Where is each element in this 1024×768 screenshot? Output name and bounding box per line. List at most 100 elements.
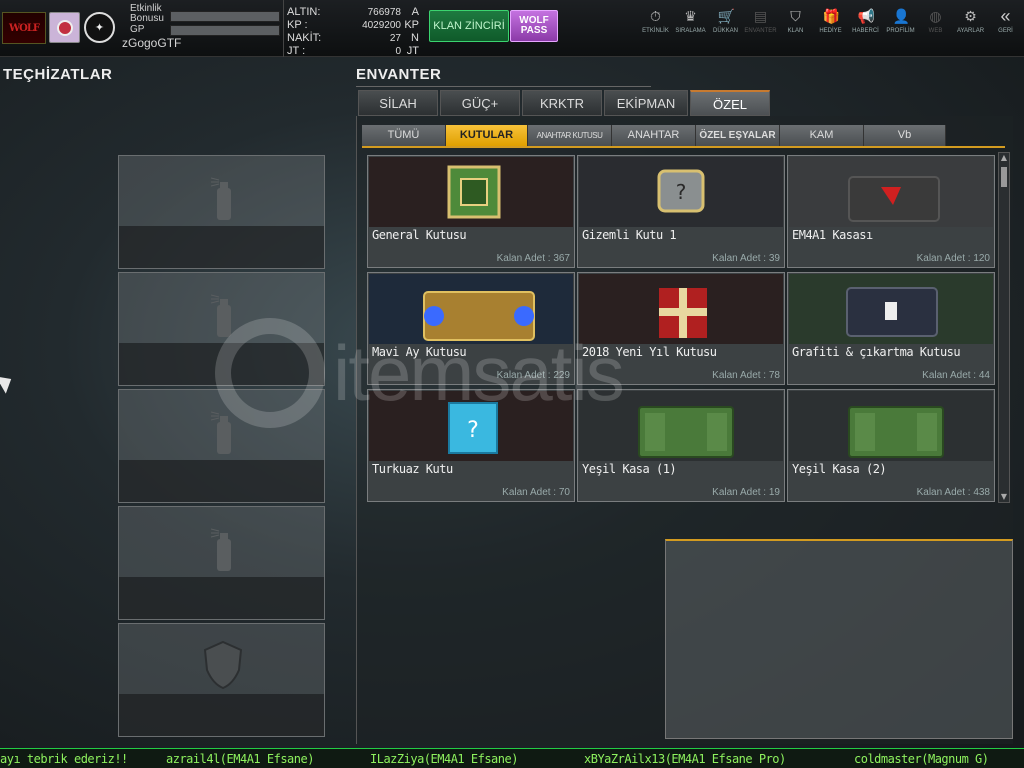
item-image: ? bbox=[579, 157, 783, 227]
ranking-badge-icon: ♛ bbox=[684, 8, 697, 24]
nav-label: KLAN bbox=[787, 28, 804, 34]
nav-klan[interactable]: ⛉ KLAN bbox=[778, 8, 813, 34]
item-card[interactable]: Mavi Ay Kutusu Kalan Adet : 229 bbox=[367, 272, 575, 385]
equipment-title: TEÇHİZATLAR bbox=[3, 66, 113, 83]
ticker-message: ayı tebrik ederiz!! bbox=[0, 751, 128, 766]
subtab-key[interactable]: ANAHTAR bbox=[612, 125, 696, 146]
item-scrollbar[interactable]: ▲ ▼ bbox=[998, 152, 1010, 503]
scroll-down-icon[interactable]: ▼ bbox=[999, 492, 1009, 502]
item-image bbox=[579, 391, 783, 461]
currency-row-kp: KP :4029200 KP bbox=[287, 19, 419, 31]
cursor-icon bbox=[0, 370, 17, 394]
nav-label: GERİ bbox=[998, 28, 1013, 34]
item-card[interactable]: EM4A1 Kasası Kalan Adet : 120 bbox=[787, 155, 995, 268]
item-card[interactable]: Grafiti & çıkartma Kutusu Kalan Adet : 44 bbox=[787, 272, 995, 385]
scroll-thumb[interactable] bbox=[1001, 167, 1007, 187]
nav-haberci̇[interactable]: 📢 HABERCİ bbox=[848, 8, 883, 34]
equipment-slot-3[interactable] bbox=[118, 389, 325, 503]
heart-icon bbox=[56, 19, 73, 36]
equipment-slot-4[interactable] bbox=[118, 506, 325, 620]
item-count: Kalan Adet : 78 bbox=[712, 370, 780, 381]
item-image bbox=[789, 391, 993, 461]
nav-etki̇nli̇k[interactable]: ⏱ ETKİNLİK bbox=[638, 8, 673, 34]
item-count: Kalan Adet : 229 bbox=[496, 370, 570, 381]
item-card[interactable]: General Kutusu Kalan Adet : 367 bbox=[367, 155, 575, 268]
clan-chain-button[interactable]: KLAN ZİNCİRİ bbox=[429, 10, 509, 42]
item-card[interactable]: ? Turkuaz Kutu Kalan Adet : 70 bbox=[367, 389, 575, 502]
item-card[interactable]: Yeşil Kasa (1) Kalan Adet : 19 bbox=[577, 389, 785, 502]
currency-panel: ALTIN: 766978 A KP :4029200 KP NAKİT: 27 N JT… bbox=[283, 6, 423, 58]
item-card[interactable]: 2018 Yeni Yıl Kutusu Kalan Adet : 78 bbox=[577, 272, 785, 385]
nav-geri̇[interactable]: « GERİ bbox=[988, 6, 1023, 34]
item-count: Kalan Adet : 367 bbox=[496, 253, 570, 264]
nav-envanter[interactable]: ▤ ENVANTER bbox=[743, 8, 778, 34]
clan-emblem[interactable]: ✦ bbox=[84, 12, 115, 43]
tab-power[interactable]: GÜÇ+ bbox=[440, 90, 520, 116]
username: zGogoGTF bbox=[122, 36, 182, 50]
item-name: Yeşil Kasa (1) bbox=[582, 462, 677, 476]
nav-label: PROFİLİM bbox=[886, 28, 915, 34]
equipment-slot-2[interactable] bbox=[118, 272, 325, 386]
nav-dükkan[interactable]: 🛒 DÜKKAN bbox=[708, 8, 743, 34]
nav-label: AYARLAR bbox=[956, 28, 985, 34]
ticker-message: coldmaster(Magnum G) bbox=[854, 751, 989, 766]
ticker-message: xBYaZrAilx13(EM4A1 Efsane Pro) bbox=[584, 751, 786, 766]
wolf-pass-button[interactable]: WOLF PASS bbox=[510, 10, 558, 42]
currency-row-cash: NAKİT: 27 N bbox=[287, 32, 419, 44]
game-logo: WOLF bbox=[2, 12, 46, 44]
nav-label: ETKİNLİK bbox=[642, 28, 669, 34]
shield-icon: ⛉ bbox=[790, 8, 801, 24]
item-count: Kalan Adet : 120 bbox=[916, 253, 990, 264]
tab-character[interactable]: KRKTR bbox=[522, 90, 602, 116]
currency-row-gold: ALTIN: 766978 A bbox=[287, 6, 419, 18]
scroll-up-icon[interactable]: ▲ bbox=[999, 153, 1009, 163]
subtab-other[interactable]: Vb bbox=[864, 125, 946, 146]
cart-icon: 🛒 bbox=[717, 8, 735, 24]
subtab-key-box[interactable]: ANAHTAR KUTUSU bbox=[528, 125, 612, 146]
nav-hedi̇ye[interactable]: 🎁 HEDİYE bbox=[813, 8, 848, 34]
item-card[interactable]: Yeşil Kasa (2) Kalan Adet : 438 bbox=[787, 389, 995, 502]
nav-label: SIRALAMA bbox=[675, 28, 706, 34]
inventory-subtabs: TÜMÜ KUTULAR ANAHTAR KUTUSU ANAHTAR ÖZEL… bbox=[362, 125, 946, 146]
nav-label: WEB bbox=[928, 28, 943, 34]
nav-label: ENVANTER bbox=[744, 28, 777, 34]
equipment-slot-5[interactable] bbox=[118, 623, 325, 737]
nav-web[interactable]: ◍ WEB bbox=[918, 8, 953, 34]
item-count: Kalan Adet : 39 bbox=[712, 253, 780, 264]
subtab-underline bbox=[362, 146, 1005, 148]
item-detail-panel bbox=[665, 539, 1013, 739]
spray-can-icon bbox=[211, 294, 231, 337]
equipment-slot-1[interactable] bbox=[118, 155, 325, 269]
spray-can-icon bbox=[211, 177, 231, 220]
back-chevron-icon: « bbox=[1000, 6, 1011, 26]
gift-icon: 🎁 bbox=[822, 8, 840, 24]
stopwatch-icon: ⏱ bbox=[650, 8, 661, 24]
subtab-boxes[interactable]: KUTULAR bbox=[446, 125, 528, 146]
nav-profi̇li̇m[interactable]: 👤 PROFİLİM bbox=[883, 8, 918, 34]
item-image bbox=[789, 274, 993, 344]
subtab-special-items[interactable]: ÖZEL EŞYALAR bbox=[696, 125, 780, 146]
nav-label: HABERCİ bbox=[852, 28, 879, 34]
gp-label: GP bbox=[130, 24, 145, 35]
currency-row-jt: JT :0 JT bbox=[287, 45, 419, 57]
megaphone-icon: 📢 bbox=[857, 8, 875, 24]
tab-weapon[interactable]: SİLAH bbox=[358, 90, 438, 116]
title-underline bbox=[356, 86, 651, 87]
nav-label: DÜKKAN bbox=[712, 28, 738, 34]
profile-icon: 👤 bbox=[892, 8, 910, 24]
item-image: ? bbox=[369, 391, 573, 461]
svg-text:?: ? bbox=[467, 418, 479, 443]
nav-ayarlar[interactable]: ⚙ AYARLAR bbox=[953, 8, 988, 34]
top-bar: WOLF ✦ Etkinlik Bonusu GP zGogoGTF ALTIN… bbox=[0, 0, 1024, 57]
rank-emblem bbox=[49, 12, 80, 43]
tab-special[interactable]: ÖZEL bbox=[690, 90, 770, 116]
shield-icon bbox=[203, 640, 243, 690]
item-name: Gizemli Kutu 1 bbox=[582, 228, 677, 242]
item-name: General Kutusu bbox=[372, 228, 467, 242]
subtab-cam[interactable]: KAM bbox=[780, 125, 864, 146]
item-name: Turkuaz Kutu bbox=[372, 462, 453, 476]
subtab-all[interactable]: TÜMÜ bbox=[362, 125, 446, 146]
nav-siralama[interactable]: ♛ SIRALAMA bbox=[673, 8, 708, 34]
tab-equipment[interactable]: EKİPMAN bbox=[604, 90, 688, 116]
item-card[interactable]: ? Gizemli Kutu 1 Kalan Adet : 39 bbox=[577, 155, 785, 268]
